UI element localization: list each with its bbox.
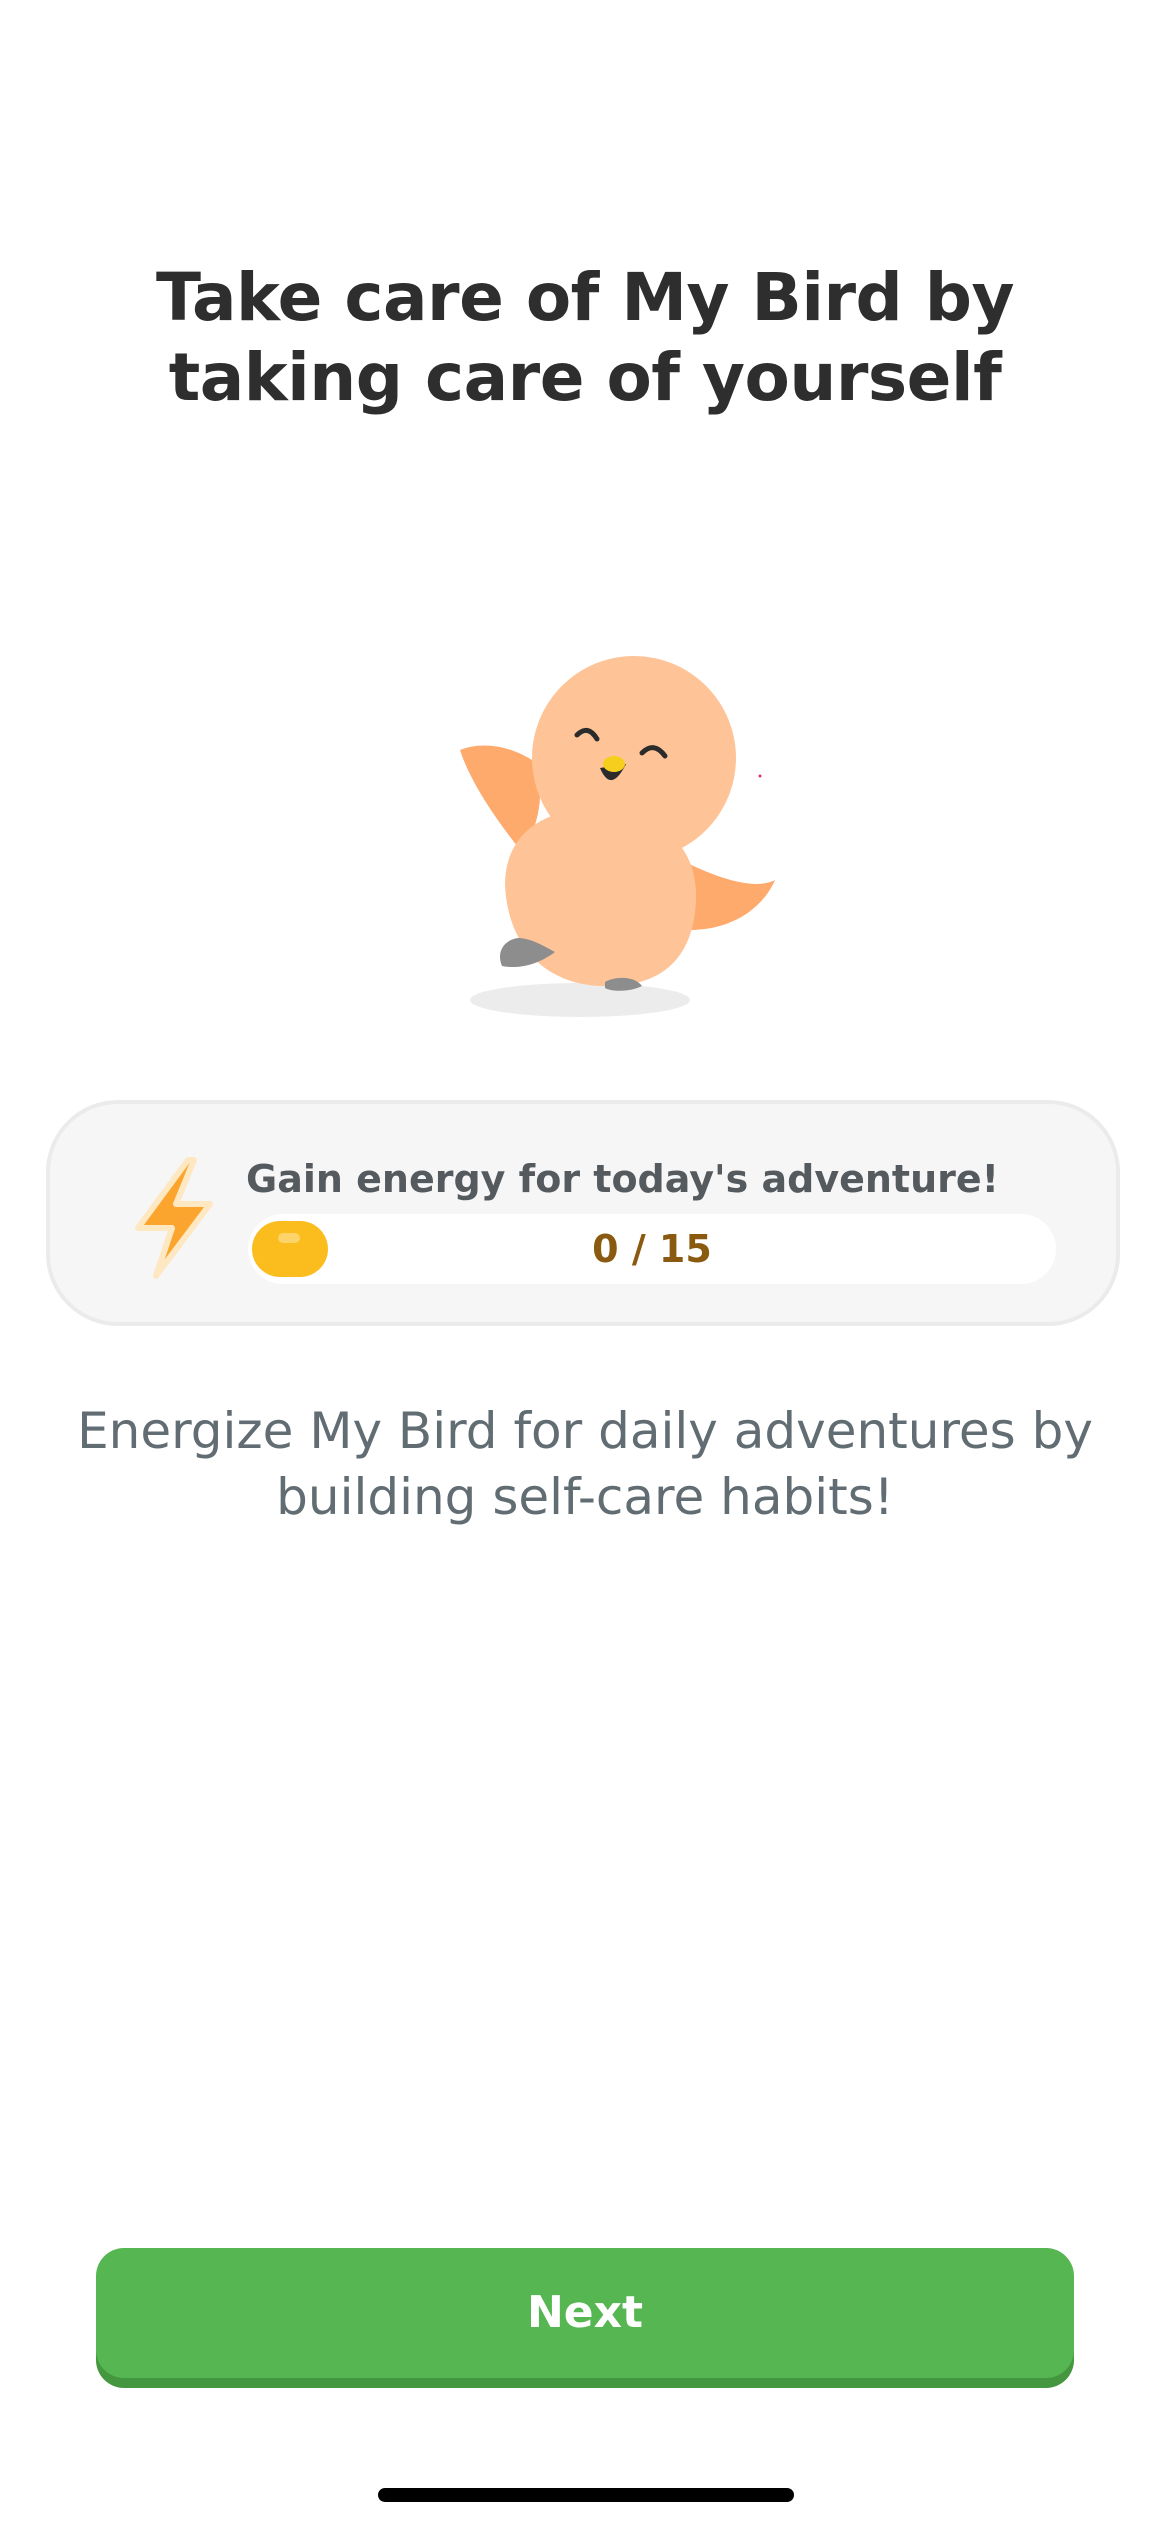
page-title: Take care of My Bird by taking care of y…: [155, 259, 1015, 416]
mascot-head: [532, 656, 736, 860]
next-button[interactable]: Next: [96, 2248, 1074, 2378]
home-indicator[interactable]: [378, 2488, 794, 2502]
mascot-right-wing: [685, 862, 775, 930]
bird-mascot-icon: [460, 656, 775, 1017]
energy-progress-text: 0 / 15: [592, 1227, 712, 1271]
mascot-beak: [603, 756, 625, 772]
mascot-sparkle: [758, 774, 762, 778]
lightning-bolt-icon: [135, 1157, 213, 1279]
mascot-shadow: [470, 983, 690, 1017]
energy-label: Gain energy for today's adventure!: [246, 1157, 999, 1201]
description-text: Energize My Bird for daily adventures by…: [77, 1402, 1093, 1526]
energy-progress-bar: 0 / 15: [248, 1214, 1056, 1284]
energy-progress-card: Gain energy for today's adventure! 0 / 1…: [46, 1100, 1120, 1326]
